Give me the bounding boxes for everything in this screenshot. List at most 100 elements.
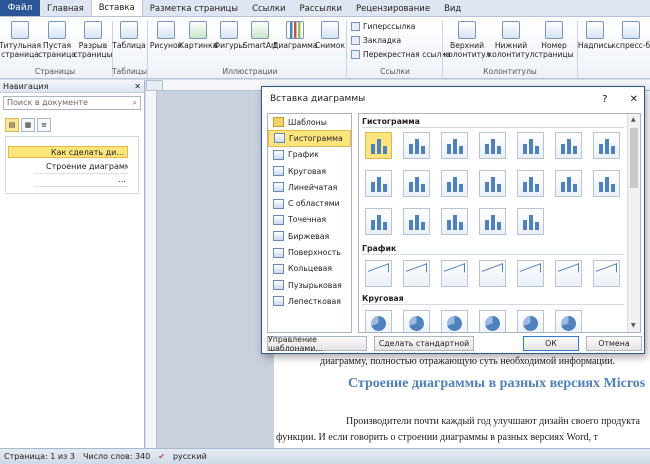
chart-subtype-thumbnail[interactable]	[403, 132, 430, 159]
chart-subtype-thumbnail[interactable]	[441, 132, 468, 159]
word-count[interactable]: Число слов: 340	[83, 452, 150, 461]
tab-file[interactable]: Файл	[0, 0, 40, 16]
tab-home[interactable]: Главная	[40, 1, 91, 16]
chart-subtype-thumbnail[interactable]	[441, 170, 468, 197]
chart-subtype-thumbnail[interactable]	[479, 310, 506, 332]
chart-subtype-thumbnail[interactable]	[555, 170, 582, 197]
tab-view[interactable]: Вид	[437, 1, 468, 16]
heading-item[interactable]: ...	[34, 175, 128, 187]
scroll-up-icon[interactable]: ▲	[631, 116, 636, 123]
chart-subtype-thumbnail[interactable]	[365, 208, 392, 235]
chart-category-item[interactable]: Пузырьковая	[268, 277, 351, 293]
thumbnail-bar	[446, 220, 451, 230]
chart-subtype-thumbnail[interactable]	[441, 310, 468, 332]
chart-subtype-thumbnail[interactable]	[403, 310, 430, 332]
chart-subtype-thumbnail[interactable]	[479, 208, 506, 235]
table-button[interactable]: Таблица	[112, 21, 146, 50]
chart-category-item[interactable]: Лепестковая	[268, 293, 351, 309]
page-number-button[interactable]: Номер страницы	[534, 21, 574, 59]
page-count[interactable]: Страница: 1 из 3	[4, 452, 75, 461]
textbox-button[interactable]: Надпись	[578, 21, 612, 50]
chart-subtype-thumbnail[interactable]	[365, 310, 392, 332]
set-default-button[interactable]: Сделать стандартной	[374, 336, 474, 351]
tab-review[interactable]: Рецензирование	[349, 1, 437, 16]
chart-subtype-thumbnail[interactable]	[555, 260, 582, 287]
heading-item[interactable]: Как сделать ди...	[8, 146, 128, 158]
scroll-thumb[interactable]	[630, 128, 638, 188]
hyperlink-button[interactable]: Гиперссылка	[351, 22, 415, 31]
chart-subtype-thumbnail[interactable]	[593, 260, 620, 287]
chart-subtype-thumbnail[interactable]	[593, 132, 620, 159]
cover-page-button[interactable]: Титульная страница	[0, 21, 41, 59]
chart-button[interactable]: Диаграмма	[272, 21, 318, 50]
chart-category-item[interactable]: Биржевая	[268, 228, 351, 244]
page-break-button[interactable]: Разрыв страницы	[73, 21, 113, 59]
search-icon[interactable]: ⌕	[133, 98, 137, 108]
chart-subtype-thumbnail[interactable]	[555, 132, 582, 159]
spellcheck-icon[interactable]: ✔	[158, 452, 165, 461]
chart-subtype-thumbnail[interactable]	[365, 260, 392, 287]
textbox-icon	[586, 21, 604, 39]
help-icon[interactable]: ?	[602, 94, 607, 105]
clipart-button[interactable]: Картинка	[179, 21, 217, 50]
pages-view-tab[interactable]: ▦	[21, 118, 35, 132]
manage-templates-button[interactable]: Управление шаблонами...	[267, 335, 367, 353]
header-button[interactable]: Верхний колонтитул	[444, 21, 490, 59]
cancel-button[interactable]: Отмена	[586, 336, 642, 351]
chart-subtype-thumbnail[interactable]	[441, 260, 468, 287]
ok-button[interactable]: ОК	[523, 336, 579, 351]
chart-subtype-thumbnail[interactable]	[479, 260, 506, 287]
chart-category-item[interactable]: Круговая	[268, 163, 351, 179]
tab-insert[interactable]: Вставка	[90, 0, 143, 16]
shapes-button[interactable]: Фигуры	[214, 21, 244, 50]
screenshot-button[interactable]: Снимок	[314, 21, 346, 50]
chart-category-item[interactable]: Гистограмма	[268, 130, 351, 147]
chart-subtype-thumbnail[interactable]	[365, 132, 392, 159]
tab-mailings[interactable]: Рассылки	[292, 1, 348, 16]
footer-button[interactable]: Нижний колонтитул	[488, 21, 534, 59]
language[interactable]: русский	[173, 452, 207, 461]
chart-subtype-thumbnail[interactable]	[441, 208, 468, 235]
chart-subtype-thumbnail[interactable]	[555, 310, 582, 332]
bookmark-button[interactable]: Закладка	[351, 36, 401, 45]
thumbnail-bar	[414, 177, 419, 192]
tab-selector[interactable]	[146, 80, 163, 91]
chart-subtype-thumbnail[interactable]	[365, 170, 392, 197]
chart-subtype-thumbnail[interactable]	[403, 260, 430, 287]
blank-page-button[interactable]: Пустая страница	[38, 21, 76, 59]
chart-subtype-thumbnail[interactable]	[403, 208, 430, 235]
vertical-ruler[interactable]	[146, 91, 157, 448]
chart-subtype-thumbnail[interactable]	[517, 260, 544, 287]
scroll-down-icon[interactable]: ▼	[631, 322, 636, 329]
chart-subtype-thumbnail[interactable]	[479, 132, 506, 159]
chart-subtype-thumbnail[interactable]	[517, 208, 544, 235]
chart-category-item[interactable]: Кольцевая	[268, 261, 351, 277]
chart-subtype-thumbnail[interactable]	[593, 170, 620, 197]
close-icon[interactable]: ✕	[134, 82, 141, 91]
headings-view-tab[interactable]: ▤	[5, 118, 19, 132]
quick-parts-button[interactable]: Экспресс-бл	[611, 21, 650, 50]
cross-reference-button[interactable]: Перекрестная ссылка	[351, 50, 451, 59]
gallery-scrollbar[interactable]: ▲ ▼	[627, 114, 640, 332]
chart-category-item[interactable]: График	[268, 147, 351, 163]
chart-subtype-thumbnail[interactable]	[479, 170, 506, 197]
picture-button[interactable]: Рисунок	[150, 21, 182, 50]
chart-subtype-thumbnail[interactable]	[403, 170, 430, 197]
close-icon[interactable]: ✕	[630, 94, 638, 105]
heading-item[interactable]: Строение диаграммы ...	[34, 162, 128, 174]
thumbnail-bar	[566, 139, 571, 154]
nav-search-input[interactable]: Поиск в документе ⌕	[3, 96, 141, 110]
chart-subtype-thumbnail[interactable]	[517, 310, 544, 332]
chart-subtype-thumbnail[interactable]	[517, 170, 544, 197]
tab-references[interactable]: Ссылки	[245, 1, 292, 16]
doc-heading: Строение диаграммы в разных версиях Micr…	[348, 376, 646, 391]
tab-page-layout[interactable]: Разметка страницы	[143, 1, 245, 16]
chart-category-item[interactable]: Поверхность	[268, 244, 351, 260]
chart-category-item[interactable]: Точечная	[268, 212, 351, 228]
chart-category-item[interactable]: С областями	[268, 195, 351, 211]
chart-subtype-thumbnail[interactable]	[517, 132, 544, 159]
smartart-button[interactable]: SmartArt	[243, 21, 277, 50]
chart-category-item[interactable]: Шаблоны	[268, 114, 351, 130]
results-view-tab[interactable]: ≡	[37, 118, 51, 132]
chart-category-item[interactable]: Линейчатая	[268, 179, 351, 195]
